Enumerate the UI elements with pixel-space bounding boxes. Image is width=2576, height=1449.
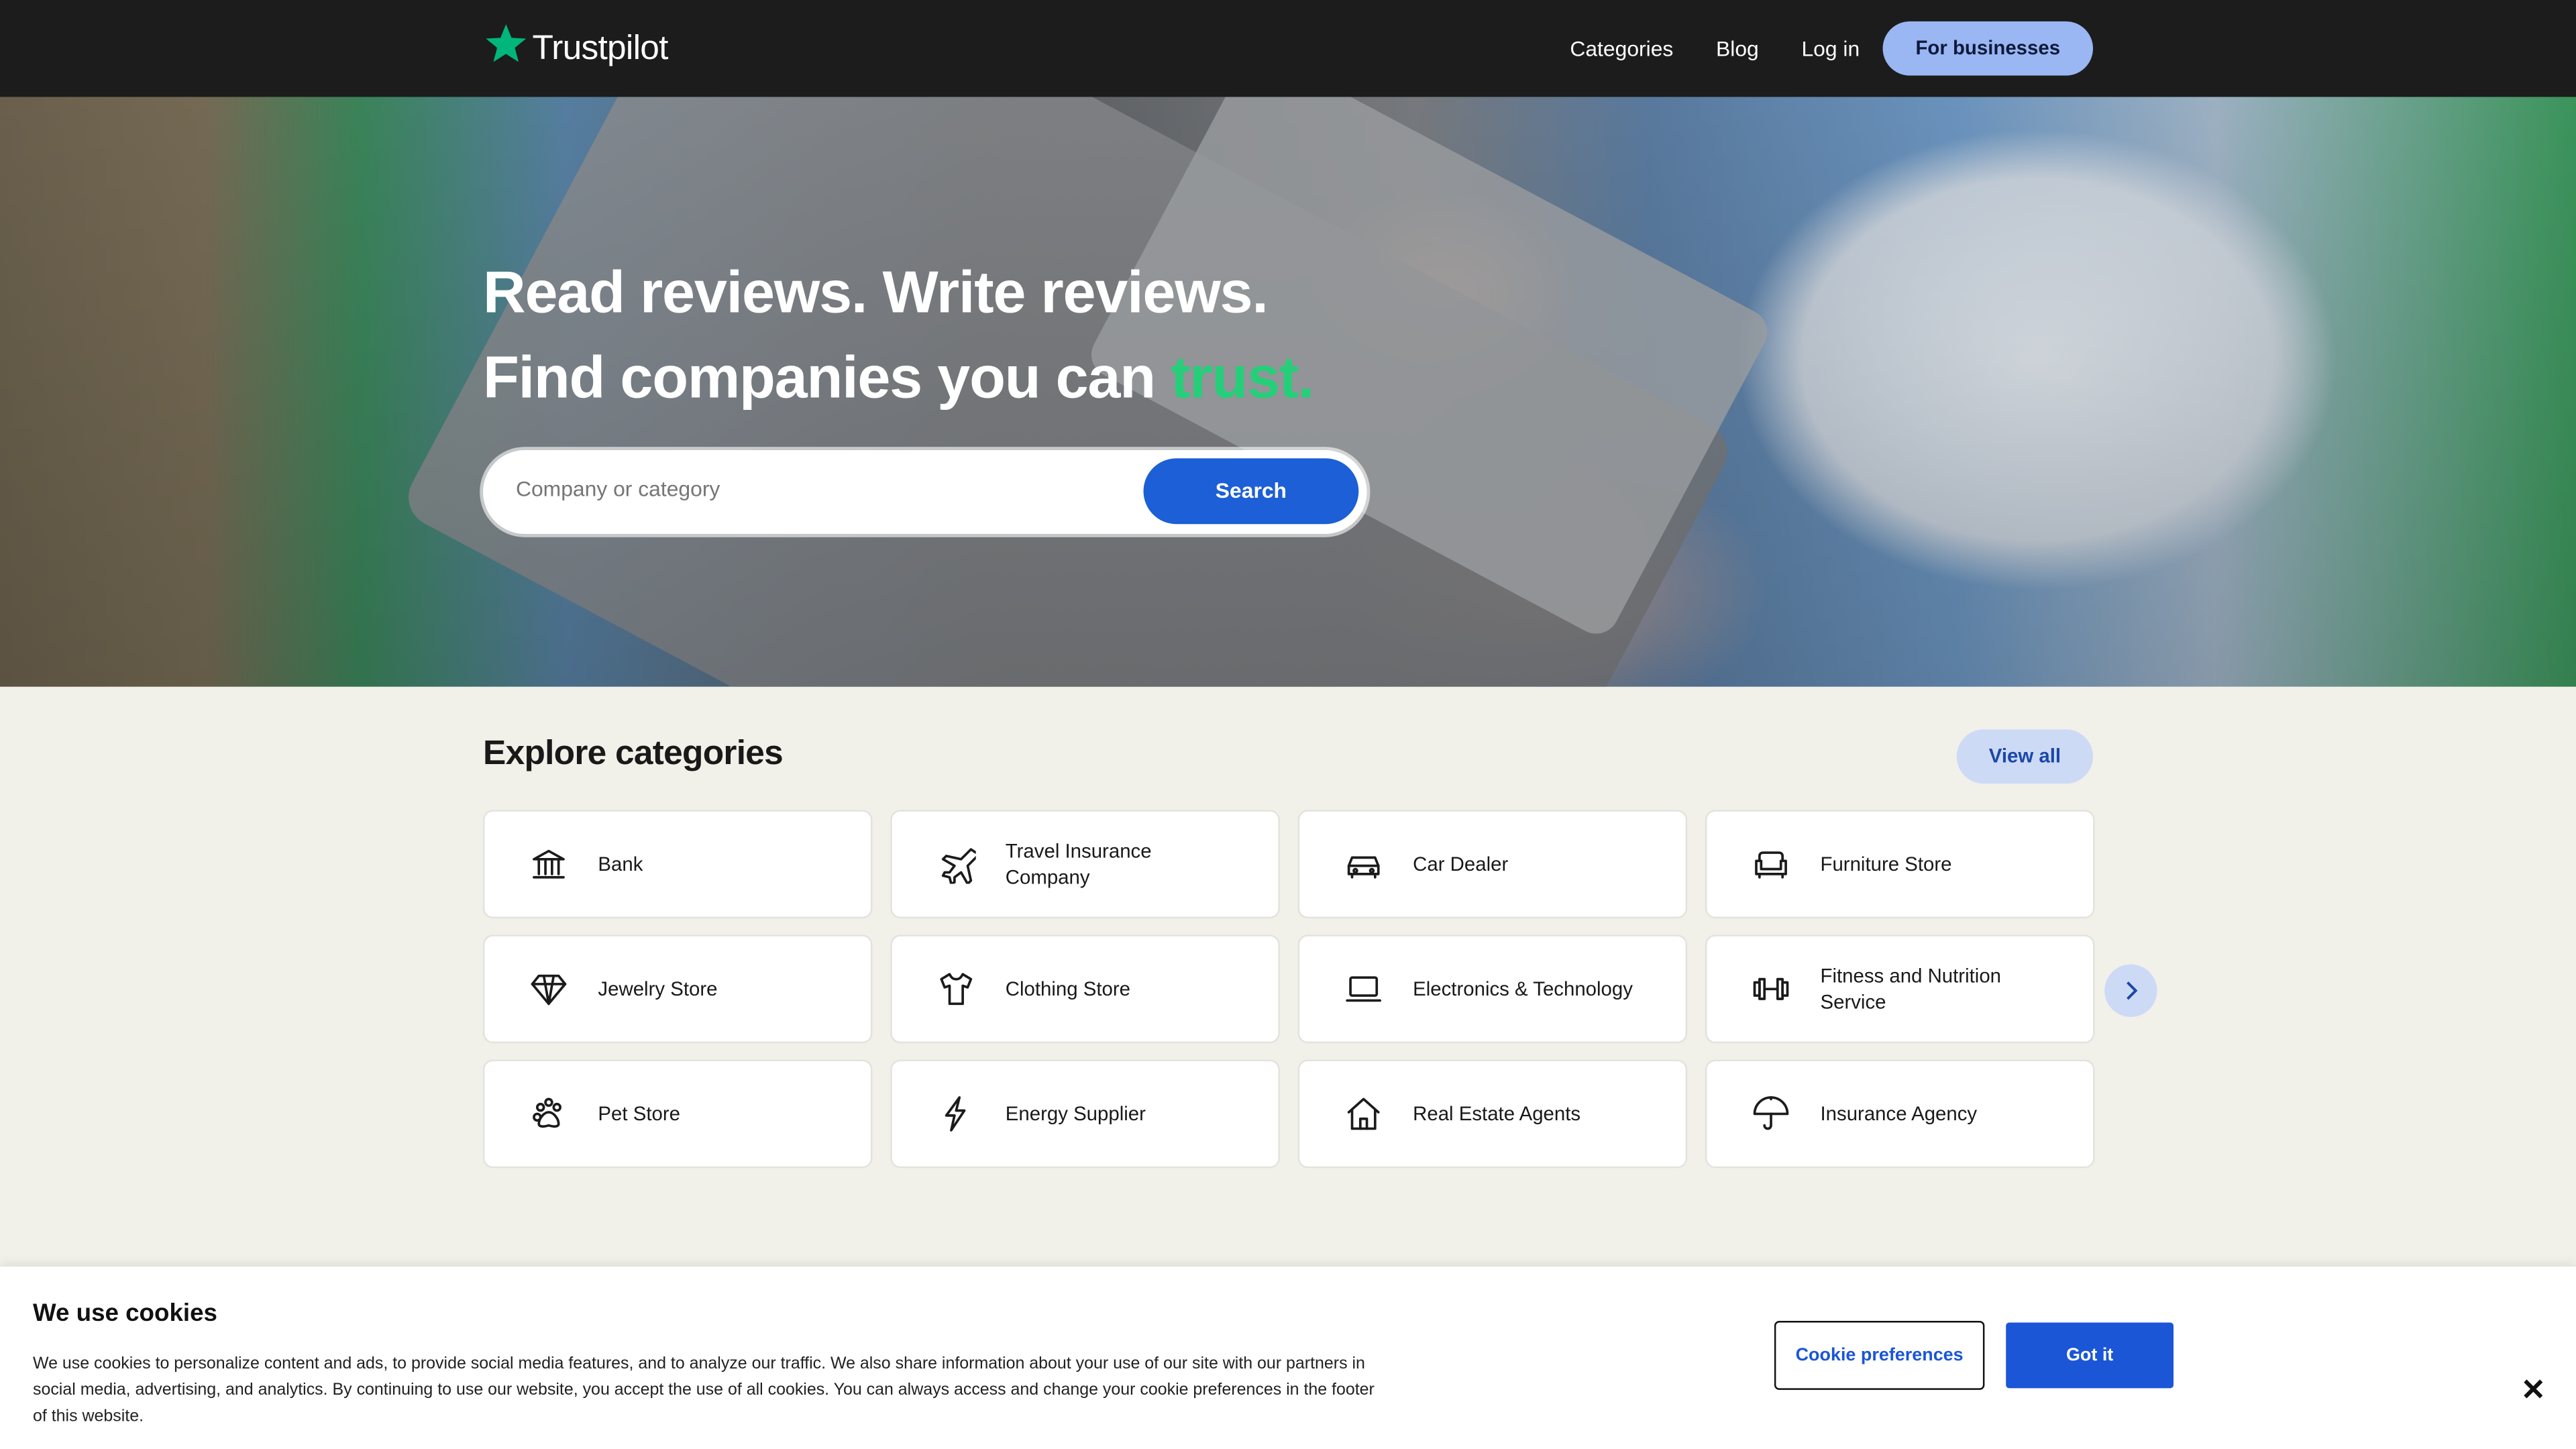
sofa-icon <box>1750 843 1792 885</box>
category-label: Jewelry Store <box>598 977 718 1001</box>
nav-login-link[interactable]: Log in <box>1801 36 1860 61</box>
search-button[interactable]: Search <box>1143 458 1359 525</box>
house-icon <box>1342 1093 1385 1136</box>
nav-categories-link[interactable]: Categories <box>1570 36 1673 61</box>
hero-heading-line1: Read reviews. Write reviews. <box>483 258 1269 325</box>
bank-icon <box>527 843 570 885</box>
dumbbell-icon <box>1750 967 1792 1010</box>
hero-heading: Read reviews. Write reviews. Find compan… <box>483 250 1314 421</box>
view-all-button[interactable]: View all <box>1956 729 2094 784</box>
cookie-banner: We use cookies We use cookies to persona… <box>0 1267 2576 1449</box>
category-label: Insurance Agency <box>1820 1102 1978 1126</box>
nav-blog-link[interactable]: Blog <box>1716 36 1759 61</box>
category-label: Clothing Store <box>1005 977 1131 1001</box>
category-label: Furniture Store <box>1820 853 1952 876</box>
diamond-icon <box>527 967 570 1010</box>
logo-text: Trustpilot <box>532 30 668 68</box>
category-label: Electronics & Technology <box>1413 977 1633 1001</box>
cookie-title: We use cookies <box>32 1299 217 1328</box>
category-label: Energy Supplier <box>1005 1102 1146 1126</box>
lightning-icon <box>934 1093 977 1136</box>
category-card-fitness[interactable]: Fitness and Nutrition Service <box>1705 934 2095 1044</box>
category-card-insurance-agency[interactable]: Insurance Agency <box>1705 1059 2095 1169</box>
category-card-travel-insurance[interactable]: Travel Insurance Company <box>890 810 1280 918</box>
laptop-icon <box>1342 967 1385 1010</box>
for-businesses-button[interactable]: For businesses <box>1882 21 2094 76</box>
category-card-furniture-store[interactable]: Furniture Store <box>1705 810 2095 918</box>
chevron-right-icon <box>2127 981 2138 1000</box>
category-card-energy-supplier[interactable]: Energy Supplier <box>890 1059 1280 1169</box>
search-input[interactable] <box>515 476 1108 501</box>
car-icon <box>1342 843 1385 885</box>
category-label: Travel Insurance Company <box>1005 839 1152 889</box>
cookie-accept-button[interactable]: Got it <box>2006 1322 2174 1389</box>
categories-grid: Bank Travel Insurance Company Car Dealer… <box>483 810 2095 1169</box>
category-label: Bank <box>598 853 643 876</box>
category-label: Real Estate Agents <box>1413 1102 1581 1126</box>
site-header: Trustpilot Categories Blog Log in For bu… <box>0 0 2576 97</box>
paw-icon <box>527 1093 570 1136</box>
category-card-car-dealer[interactable]: Car Dealer <box>1297 810 1688 918</box>
category-card-pet-store[interactable]: Pet Store <box>483 1059 873 1169</box>
top-nav: Categories Blog Log in For businesses <box>1570 21 2094 76</box>
umbrella-icon <box>1750 1093 1792 1136</box>
close-icon[interactable]: ✕ <box>2520 1375 2546 1405</box>
star-icon <box>486 24 527 62</box>
hero-heading-line2: Find companies you can trust. <box>483 335 1314 421</box>
search-bar: Search <box>483 450 1367 534</box>
hero-section: Read reviews. Write reviews. Find compan… <box>0 97 2576 687</box>
airplane-icon <box>934 843 977 885</box>
cookie-text: We use cookies to personalize content an… <box>32 1355 1375 1426</box>
category-card-bank[interactable]: Bank <box>483 810 873 918</box>
category-label: Car Dealer <box>1413 853 1509 876</box>
category-label: Pet Store <box>598 1102 680 1126</box>
trustpilot-logo[interactable]: Trustpilot <box>483 19 668 68</box>
page: Trustpilot Categories Blog Log in For bu… <box>0 0 2576 1449</box>
category-card-electronics[interactable]: Electronics & Technology <box>1297 934 1688 1044</box>
category-card-jewelry-store[interactable]: Jewelry Store <box>483 934 873 1044</box>
category-card-real-estate[interactable]: Real Estate Agents <box>1297 1059 1688 1169</box>
hero-heading-prefix: Find companies you can <box>483 343 1171 411</box>
categories-title: Explore categories <box>483 734 784 773</box>
hero-heading-accent: trust. <box>1171 343 1314 411</box>
categories-next-button[interactable] <box>2104 964 2157 1017</box>
category-label: Fitness and Nutrition Service <box>1820 964 2002 1014</box>
cookie-preferences-button[interactable]: Cookie preferences <box>1774 1320 1985 1390</box>
category-card-clothing-store[interactable]: Clothing Store <box>890 934 1280 1044</box>
shirt-icon <box>934 967 977 1010</box>
